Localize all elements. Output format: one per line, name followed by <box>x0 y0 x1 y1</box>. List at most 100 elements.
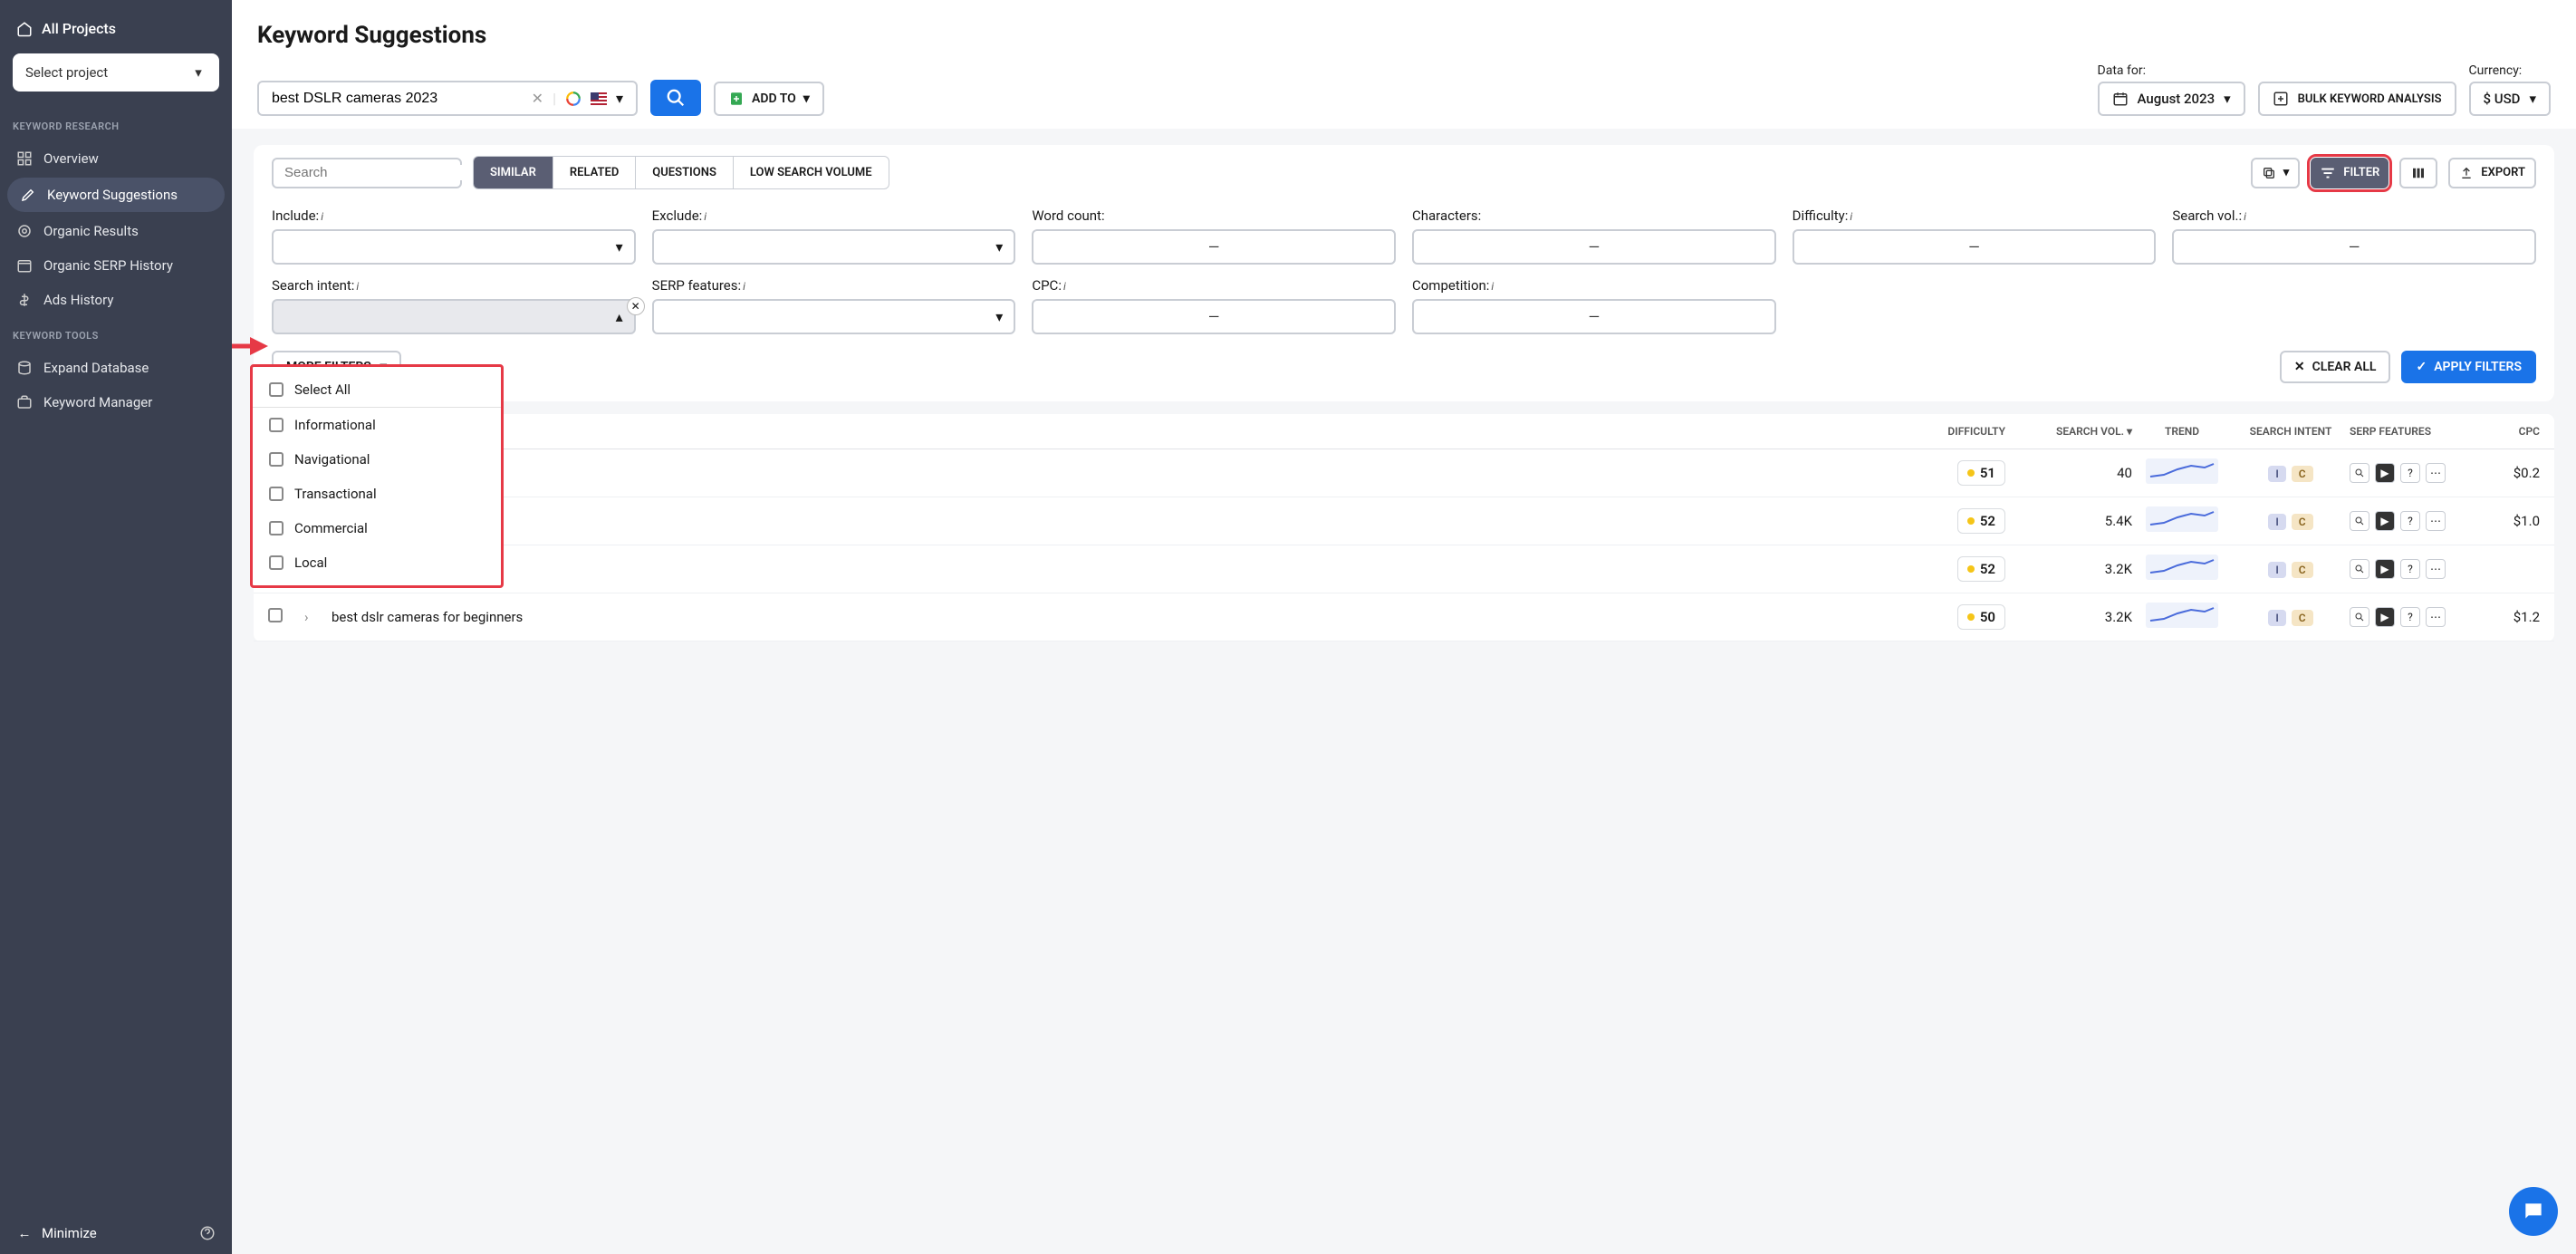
tab-related[interactable]: RELATED <box>553 157 636 188</box>
serp-more-icon[interactable]: ⋯ <box>2426 463 2446 483</box>
serp-more-icon[interactable]: ⋯ <box>2426 607 2446 627</box>
info-icon[interactable]: i <box>704 210 706 223</box>
filter-serp-features-input[interactable]: ▾ <box>652 299 1016 334</box>
chevron-down-icon: ▾ <box>803 92 810 106</box>
col-search-vol[interactable]: SEARCH VOL. ▾ <box>2005 425 2132 438</box>
project-select[interactable]: Select project ▾ <box>13 53 219 92</box>
filter-exclude: Exclude:i ▾ <box>652 207 1016 265</box>
dropdown-item-navigational[interactable]: Navigational <box>253 442 501 477</box>
filter-word-count-input[interactable]: — <box>1032 229 1396 265</box>
bulk-analysis-button[interactable]: BULK KEYWORD ANALYSIS <box>2258 82 2456 116</box>
serp-feature-icons: ▶ ? ⋯ <box>2350 511 2485 531</box>
info-icon[interactable]: i <box>743 280 745 293</box>
serp-faq-icon: ? <box>2400 463 2420 483</box>
briefcase-icon <box>16 394 33 410</box>
dropdown-item-transactional[interactable]: Transactional <box>253 477 501 511</box>
filter-word-count: Word count: — <box>1032 207 1396 265</box>
bulk-analysis-label: BULK KEYWORD ANALYSIS <box>2298 92 2442 106</box>
difficulty-badge: 51 <box>1957 460 2005 486</box>
filter-characters-input[interactable]: — <box>1412 229 1776 265</box>
dollar-icon <box>16 292 33 308</box>
col-trend[interactable]: TREND <box>2132 425 2232 438</box>
expand-icon[interactable]: › <box>304 609 309 625</box>
data-for-select[interactable]: August 2023 ▾ <box>2098 82 2245 116</box>
sidebar-item-organic-results[interactable]: Organic Results <box>0 214 232 248</box>
tab-similar[interactable]: SIMILAR <box>474 157 553 188</box>
copy-button[interactable]: ▾ <box>2251 158 2301 188</box>
clear-all-button[interactable]: ✕ CLEAR ALL <box>2280 351 2391 383</box>
trend-sparkline-icon <box>2146 458 2218 484</box>
addto-button[interactable]: ADD TO ▾ <box>714 82 824 116</box>
country-dropdown-icon[interactable]: ▾ <box>616 90 623 107</box>
section-keyword-tools: KEYWORD TOOLS <box>0 317 232 351</box>
check-icon: ✓ <box>2416 360 2427 374</box>
tab-questions[interactable]: QUESTIONS <box>636 157 734 188</box>
sidebar-item-ads-history[interactable]: Ads History <box>0 283 232 317</box>
currency-select[interactable]: $ USD ▾ <box>2469 82 2551 116</box>
table-row: › 52 5.4K IC ▶ ? ⋯ $1.0 <box>254 497 2554 545</box>
serp-more-icon[interactable]: ⋯ <box>2426 511 2446 531</box>
chevron-down-icon: ▾ <box>2224 91 2231 107</box>
info-icon[interactable]: i <box>2244 210 2246 223</box>
dropdown-item-commercial[interactable]: Commercial <box>253 511 501 545</box>
row-checkbox[interactable] <box>268 608 283 622</box>
info-icon[interactable]: i <box>321 210 323 223</box>
filter-exclude-input[interactable]: ▾ <box>652 229 1016 265</box>
col-difficulty[interactable]: DIFFICULTY <box>1888 425 2005 438</box>
sidebar-item-overview[interactable]: Overview <box>0 141 232 176</box>
filter-serp-features: SERP features:i ▾ <box>652 277 1016 334</box>
dropdown-item-select-all[interactable]: Select All <box>253 372 501 408</box>
col-search-intent[interactable]: SEARCH INTENT <box>2232 425 2350 438</box>
info-icon[interactable]: i <box>1063 280 1066 293</box>
serp-more-icon[interactable]: ⋯ <box>2426 559 2446 579</box>
keyword-input[interactable] <box>272 91 523 107</box>
chevron-down-icon: ▾ <box>2529 91 2536 107</box>
filter-include: Include:i ▾ <box>272 207 636 265</box>
toolbar: SIMILAR RELATED QUESTIONS LOW SEARCH VOL… <box>254 145 2554 401</box>
currency-label: Currency: <box>2469 63 2551 78</box>
chat-widget[interactable] <box>2509 1187 2558 1236</box>
search-button[interactable] <box>650 80 701 116</box>
checkbox-icon <box>269 382 284 397</box>
section-keyword-research: KEYWORD RESEARCH <box>0 108 232 141</box>
dropdown-item-informational[interactable]: Informational <box>253 408 501 442</box>
help-icon[interactable] <box>199 1225 216 1241</box>
apply-filters-button[interactable]: ✓ APPLY FILTERS <box>2401 351 2536 383</box>
main: Keyword Suggestions ✕ | ▾ <box>232 0 2576 1254</box>
trend-sparkline-icon <box>2146 603 2218 628</box>
col-serp-features[interactable]: SERP FEATURES <box>2350 425 2485 438</box>
filter-difficulty-input[interactable]: — <box>1793 229 2157 265</box>
col-cpc[interactable]: CPC <box>2485 425 2540 438</box>
filter-search-vol-input[interactable]: — <box>2172 229 2536 265</box>
chevron-down-icon: ▾ <box>190 64 207 81</box>
sidebar-item-organic-serp-history[interactable]: Organic SERP History <box>0 248 232 283</box>
table-row: › 51 40 IC ▶ ? ⋯ $0.2 <box>254 449 2554 497</box>
cpc-cell: $1.0 <box>2485 513 2540 529</box>
dropdown-item-local[interactable]: Local <box>253 545 501 580</box>
checkbox-icon <box>269 555 284 570</box>
filter-search-intent-input[interactable]: ▴ <box>272 299 636 334</box>
filter-cpc-input[interactable]: — <box>1032 299 1396 334</box>
database-icon <box>16 360 33 376</box>
info-icon[interactable]: i <box>356 280 359 293</box>
info-icon[interactable]: i <box>1491 280 1494 293</box>
filter-include-input[interactable]: ▾ <box>272 229 636 265</box>
tab-low-search-volume[interactable]: LOW SEARCH VOLUME <box>734 157 889 188</box>
table-search-input[interactable] <box>284 165 465 180</box>
export-button[interactable]: EXPORT <box>2448 158 2536 188</box>
clear-input-icon[interactable]: ✕ <box>532 90 543 107</box>
edit-icon <box>20 187 36 203</box>
filter-competition-input[interactable]: — <box>1412 299 1776 334</box>
add-sheet-icon <box>728 91 745 107</box>
filter-button[interactable]: FILTER <box>2311 158 2389 188</box>
minimize-button[interactable]: ← Minimize <box>16 1225 97 1241</box>
sidebar-item-keyword-manager[interactable]: Keyword Manager <box>0 385 232 420</box>
sidebar-item-expand-database[interactable]: Expand Database <box>0 351 232 385</box>
serp-video-icon: ▶ <box>2375 463 2395 483</box>
close-filter-icon[interactable]: ✕ <box>627 297 645 315</box>
filters-grid: Include:i ▾ Exclude:i ▾ Word count: — Ch… <box>272 207 2536 334</box>
info-icon[interactable]: i <box>1850 210 1852 223</box>
all-projects-link[interactable]: All Projects <box>13 11 219 46</box>
columns-button[interactable] <box>2399 158 2437 188</box>
sidebar-item-keyword-suggestions[interactable]: Keyword Suggestions <box>7 178 225 212</box>
